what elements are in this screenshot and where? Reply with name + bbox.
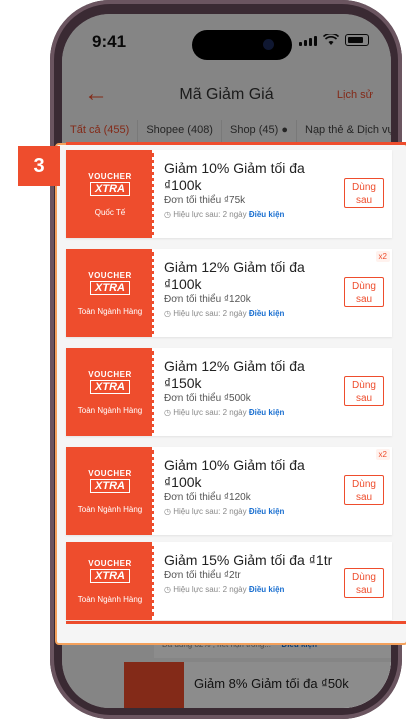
voucher-scope: Toàn Ngành Hàng <box>77 306 143 316</box>
condition-link[interactable]: Điều kiện <box>249 585 285 594</box>
use-later-button[interactable]: Dùng sau <box>344 568 384 598</box>
highlight-top-line <box>66 142 406 145</box>
voucher-logo-top: VOUCHER <box>88 558 132 568</box>
voucher-scope: Quốc Tế <box>94 207 126 217</box>
voucher-logo-top: VOUCHER <box>88 468 132 478</box>
voucher-scope: Toàn Ngành Hàng <box>77 405 143 415</box>
voucher-body: Giảm 10% Giảm tối đa ₫100k Đơn tối thiểu… <box>154 150 392 238</box>
voucher-meta: ◷ Hiệu lực sau: 2 ngày Điều kiện <box>164 210 384 219</box>
voucher-logo-top: VOUCHER <box>88 369 132 379</box>
voucher-validity: Hiệu lực sau: 2 ngày <box>173 585 247 594</box>
next-card-title: Giảm 8% Giảm tối đa ₫50k <box>194 676 349 691</box>
voucher-logo-top: VOUCHER <box>88 171 132 181</box>
status-icons <box>299 34 369 46</box>
clock-icon: ◷ <box>164 585 174 594</box>
voucher-card[interactable]: VOUCHER XTRA Quốc Tế Giảm 10% Giảm tối đ… <box>66 150 392 238</box>
condition-link[interactable]: Điều kiện <box>249 408 285 417</box>
voucher-validity: Hiệu lực sau: 2 ngày <box>173 408 247 417</box>
voucher-validity: Hiệu lực sau: 2 ngày <box>173 210 247 219</box>
condition-link[interactable]: Điều kiện <box>249 210 285 219</box>
condition-link[interactable]: Điều kiện <box>249 507 285 516</box>
history-link[interactable]: Lịch sử <box>337 89 373 101</box>
voucher-logo: VOUCHER XTRA Toàn Ngành Hàng <box>66 447 155 535</box>
dynamic-island <box>192 30 292 60</box>
voucher-body: Giảm 12% Giảm tối đa ₫150k Đơn tối thiểu… <box>154 348 392 436</box>
voucher-meta: ◷ Hiệu lực sau: 2 ngày Điều kiện <box>164 309 384 318</box>
voucher-meta: ◷ Hiệu lực sau: 2 ngày Điều kiện <box>164 408 384 417</box>
battery-icon <box>345 34 369 46</box>
voucher-logo: VOUCHER XTRA Toàn Ngành Hàng <box>66 542 155 620</box>
background-next-card: Giảm 8% Giảm tối đa ₫50k x5 <box>124 662 391 708</box>
voucher-body: Giảm 15% Giảm tối đa ₫1tr Đơn tối thiểu … <box>154 542 392 620</box>
voucher-logo-bottom: XTRA <box>90 568 130 583</box>
use-later-button[interactable]: Dùng sau <box>344 376 384 406</box>
voucher-qty-badge: x2 <box>375 251 390 262</box>
highlight-bottom-line <box>66 621 406 624</box>
use-later-button[interactable]: Dùng sau <box>344 475 384 505</box>
clock-icon: ◷ <box>164 507 174 516</box>
use-later-button[interactable]: Dùng sau <box>344 277 384 307</box>
next-card-logo <box>124 662 184 708</box>
voucher-logo-bottom: XTRA <box>90 478 130 493</box>
voucher-scope: Toàn Ngành Hàng <box>77 594 143 604</box>
voucher-logo: VOUCHER XTRA Toàn Ngành Hàng <box>66 249 155 337</box>
voucher-logo-bottom: XTRA <box>90 181 130 196</box>
use-later-button[interactable]: Dùng sau <box>344 178 384 208</box>
voucher-body: Giảm 10% Giảm tối đa ₫100k Đơn tối thiểu… <box>154 447 392 535</box>
voucher-scope: Toàn Ngành Hàng <box>77 504 143 514</box>
voucher-validity: Hiệu lực sau: 2 ngày <box>173 309 247 318</box>
clock-icon: ◷ <box>164 408 174 417</box>
status-bar: 9:41 <box>62 14 391 68</box>
voucher-logo-bottom: XTRA <box>90 379 130 394</box>
voucher-card[interactable]: VOUCHER XTRA Toàn Ngành Hàng Giảm 15% Gi… <box>66 542 392 620</box>
voucher-logo-top: VOUCHER <box>88 270 132 280</box>
condition-link[interactable]: Điều kiện <box>249 309 285 318</box>
voucher-logo: VOUCHER XTRA Quốc Tế <box>66 150 155 238</box>
camera-dot <box>263 39 274 50</box>
voucher-body: Giảm 12% Giảm tối đa ₫100k Đơn tối thiểu… <box>154 249 392 337</box>
voucher-meta: ◷ Hiệu lực sau: 2 ngày Điều kiện <box>164 507 384 516</box>
voucher-title: Giảm 15% Giảm tối đa ₫1tr <box>164 552 333 568</box>
voucher-logo: VOUCHER XTRA Toàn Ngành Hàng <box>66 348 155 436</box>
voucher-card[interactable]: VOUCHER XTRA Toàn Ngành Hàng Giảm 12% Gi… <box>66 249 392 337</box>
step-badge: 3 <box>18 146 60 186</box>
voucher-logo-bottom: XTRA <box>90 280 130 295</box>
clock-icon: ◷ <box>164 210 174 219</box>
clock-icon: ◷ <box>164 309 174 318</box>
voucher-qty-badge: x2 <box>375 449 390 460</box>
status-time: 9:41 <box>92 32 127 51</box>
voucher-validity: Hiệu lực sau: 2 ngày <box>173 507 247 516</box>
voucher-card[interactable]: VOUCHER XTRA Toàn Ngành Hàng Giảm 12% Gi… <box>66 348 392 436</box>
header-bar: ← Mã Giảm Giá Lịch sử <box>62 76 391 116</box>
wifi-icon <box>323 34 339 45</box>
voucher-card[interactable]: VOUCHER XTRA Toàn Ngành Hàng Giảm 10% Gi… <box>66 447 392 535</box>
signal-icon <box>299 36 317 46</box>
